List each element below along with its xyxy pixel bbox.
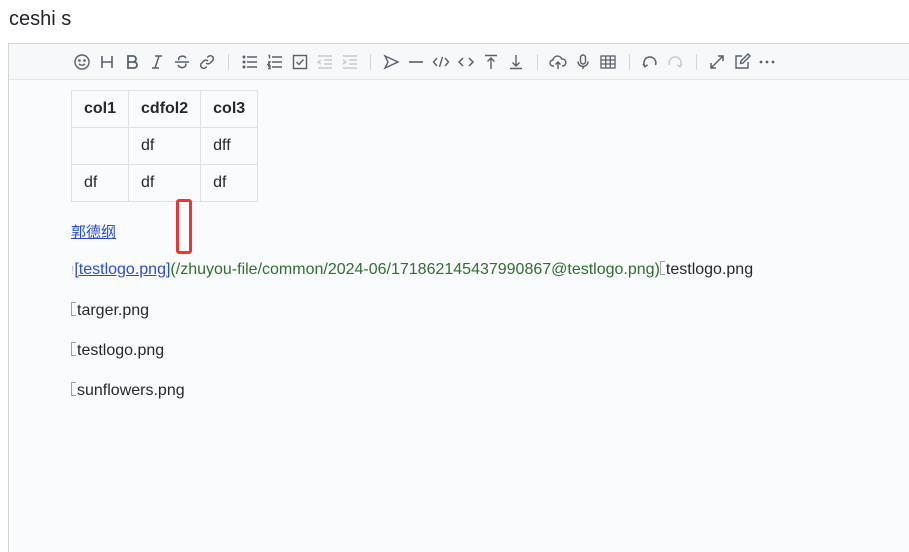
- table-header-cell: col3: [200, 90, 259, 128]
- table-row: df df df: [70, 164, 259, 202]
- broken-image: testlogo.png: [71, 340, 164, 362]
- table-cell: df: [128, 127, 202, 165]
- link-icon[interactable]: [198, 53, 216, 71]
- table-cell: dff: [200, 127, 259, 165]
- heading-icon[interactable]: [98, 53, 116, 71]
- broken-image: sunflowers.png: [71, 380, 185, 402]
- line-icon[interactable]: [407, 53, 425, 71]
- broken-image-icon: [71, 342, 76, 356]
- name-link[interactable]: 郭德纲: [71, 221, 116, 242]
- editor-content[interactable]: col1 cdfol2 col3 df dff df df df 郭德纲 ![t…: [9, 80, 909, 552]
- edit-mode-icon[interactable]: [733, 53, 751, 71]
- quote-icon[interactable]: [382, 53, 400, 71]
- indent-icon[interactable]: [341, 53, 359, 71]
- broken-image-icon: [71, 382, 76, 396]
- toolbar-divider: [537, 54, 538, 70]
- broken-image: targer.png: [71, 300, 149, 322]
- strike-icon[interactable]: [173, 53, 191, 71]
- list-icon[interactable]: [241, 53, 259, 71]
- emoji-icon[interactable]: [73, 53, 91, 71]
- table-header-row: col1 cdfol2 col3: [70, 90, 259, 128]
- image-alt-text: testlogo.png: [665, 261, 754, 278]
- ordered-list-icon[interactable]: [266, 53, 284, 71]
- page-title: ceshi s: [9, 8, 72, 30]
- table-cell: df: [200, 164, 259, 202]
- undo-icon[interactable]: [641, 53, 659, 71]
- editor-toolbar: [9, 44, 909, 80]
- code-icon[interactable]: [432, 53, 450, 71]
- table-cell: df: [70, 164, 130, 202]
- table-icon[interactable]: [599, 53, 617, 71]
- table-cell: [70, 127, 130, 165]
- table-header-cell: cdfol2: [128, 90, 202, 128]
- image-alt-text: testlogo.png: [77, 342, 165, 359]
- markdown-editor[interactable]: col1 cdfol2 col3 df dff df df df 郭德纲 ![t…: [8, 43, 909, 552]
- toolbar-divider: [696, 54, 697, 70]
- toolbar-divider: [228, 54, 229, 70]
- outdent-icon[interactable]: [316, 53, 334, 71]
- check-icon[interactable]: [291, 53, 309, 71]
- record-icon[interactable]: [574, 53, 592, 71]
- broken-image-icon: [71, 302, 76, 316]
- image-link-text[interactable]: [testlogo.png]: [74, 261, 170, 278]
- inline-code-icon[interactable]: [457, 53, 475, 71]
- image-markdown-line: ![testlogo.png](/zhuyou-file/common/2024…: [71, 259, 753, 281]
- table-header-cell: col1: [70, 90, 130, 128]
- toolbar-divider: [629, 54, 630, 70]
- broken-image-icon: [659, 261, 665, 275]
- redo-icon[interactable]: [666, 53, 684, 71]
- insert-before-icon[interactable]: [482, 53, 500, 71]
- insert-after-icon[interactable]: [507, 53, 525, 71]
- image-alt-text: targer.png: [77, 302, 150, 319]
- upload-icon[interactable]: [549, 53, 567, 71]
- table-row: df dff: [70, 127, 259, 165]
- table-cell: df: [128, 164, 202, 202]
- image-path: (/zhuyou-file/common/2024-06/17186214543…: [170, 261, 660, 278]
- more-icon[interactable]: [758, 53, 776, 71]
- markdown-table: col1 cdfol2 col3 df dff df df df: [70, 90, 259, 202]
- highlight-annotation: [176, 199, 192, 254]
- image-alt-text: sunflowers.png: [77, 382, 185, 399]
- bold-icon[interactable]: [123, 53, 141, 71]
- italic-icon[interactable]: [148, 53, 166, 71]
- toolbar-divider: [370, 54, 371, 70]
- fullscreen-icon[interactable]: [708, 53, 726, 71]
